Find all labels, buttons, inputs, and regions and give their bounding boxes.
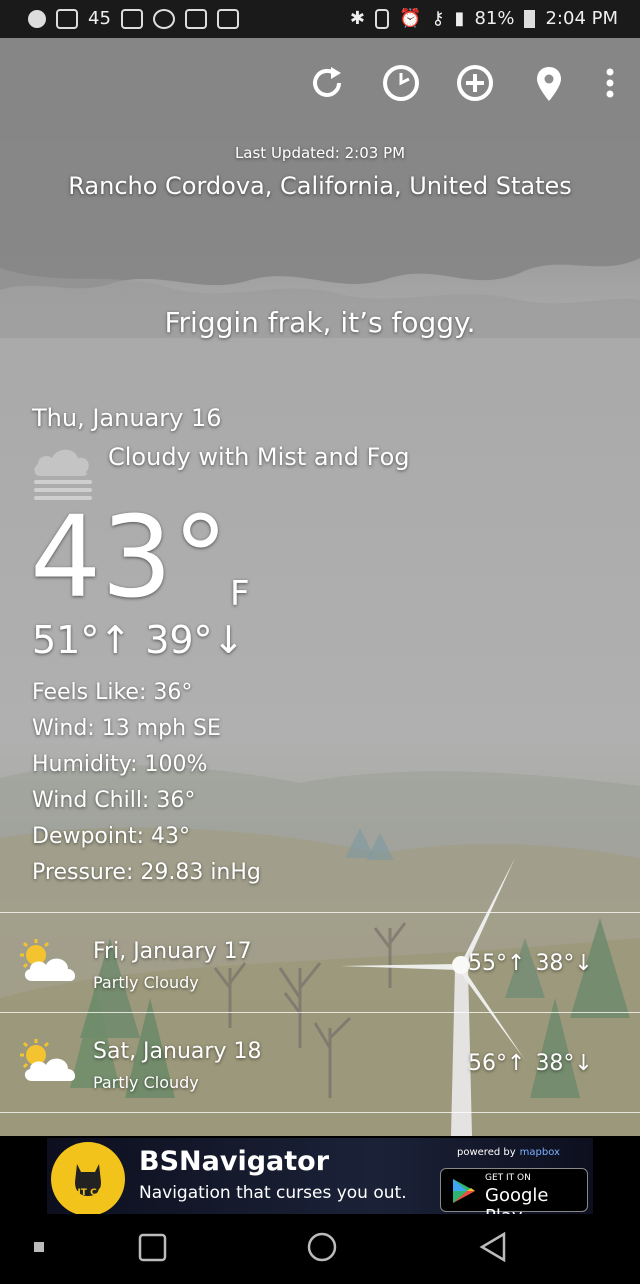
add-location-button[interactable]: [452, 60, 498, 106]
current-date: Thu, January 16: [32, 404, 222, 432]
status-number: 45: [88, 8, 111, 29]
partly-cloudy-icon: [20, 939, 76, 981]
forecast-row[interactable]: Fri, January 17 Partly Cloudy 55°↑ 38°↓: [0, 913, 640, 1012]
location-pin-icon: [537, 67, 561, 101]
bluetooth-icon: ✱: [349, 8, 365, 29]
add-location-icon: [457, 65, 493, 101]
forecast-condition: Partly Cloudy: [93, 973, 199, 992]
navigation-buttons: [34, 1231, 506, 1263]
weather-scene: Last Updated: 2:03 PM Rancho Cordova, Ca…: [0, 38, 640, 1136]
ad-tagline: Navigation that curses you out.: [139, 1183, 407, 1203]
back-icon: [479, 1231, 506, 1263]
signal-icon: ▮: [454, 8, 465, 29]
vibrate-icon: [374, 8, 389, 29]
high-low: 51°↑ 39°↓: [32, 618, 244, 662]
forecast-high-low: 55°↑ 38°↓: [468, 951, 593, 976]
forecast-high: 56°↑: [468, 1051, 526, 1076]
current-condition: Cloudy with Mist and Fog: [108, 443, 410, 471]
wind-chill: Wind Chill: 36°: [32, 788, 196, 813]
low-temperature: 39°↓: [145, 618, 245, 662]
hourly-clock-icon: [383, 65, 419, 101]
refresh-icon: [313, 67, 341, 97]
pressure: Pressure: 29.83 inHg: [32, 860, 261, 885]
current-temperature: 43°: [30, 493, 229, 623]
battery-icon: [524, 9, 536, 28]
ad-brand: NIGHT CAT: [55, 1188, 110, 1198]
partly-cloudy-icon: [20, 1039, 76, 1081]
wind: Wind: 13 mph SE: [32, 716, 221, 741]
home-icon: [307, 1232, 337, 1262]
location-button[interactable]: [526, 60, 572, 106]
ad-title: BSNavigator: [139, 1146, 330, 1177]
play-icon: [28, 9, 46, 28]
night-cat-icon: [75, 1164, 101, 1196]
temperature-unit: F: [230, 574, 250, 614]
google-play-button[interactable]: GET IT ON Google Play: [440, 1168, 588, 1214]
more-options-button[interactable]: [600, 60, 620, 106]
forecast-low: 38°↓: [535, 1051, 593, 1076]
google-play-icon: [453, 1179, 475, 1203]
navigation-bar: [0, 1216, 640, 1280]
last-updated: Last Updated: 2:03 PM: [234, 144, 406, 162]
vpn-key-icon: ⚷: [431, 8, 445, 29]
ad-banner-content[interactable]: NIGHT CAT BSNavigator Navigation that cu…: [47, 1138, 593, 1214]
app-notification-icon: [56, 8, 78, 29]
mapbox-label: mapbox: [519, 1147, 560, 1158]
battery-percent: 81%: [474, 8, 515, 29]
forecast-low: 38°↓: [535, 951, 593, 976]
forecast-row[interactable]: Sat, January 18 Partly Cloudy 56°↑ 38°↓: [0, 1013, 640, 1112]
status-bar-left: 45: [28, 8, 239, 29]
ad-banner: NIGHT CAT BSNavigator Navigation that cu…: [0, 1136, 640, 1216]
ad-logo: [51, 1142, 125, 1214]
forecast-high: 55°↑: [468, 951, 526, 976]
forecast-condition: Partly Cloudy: [93, 1073, 199, 1092]
ad-powered-by: powered by mapbox: [457, 1147, 560, 1158]
app-icon: [152, 8, 175, 29]
refresh-button[interactable]: [304, 60, 350, 106]
weather-quip: Friggin frak, it’s foggy.: [164, 306, 476, 339]
status-bar-right: ✱ ⏰ ⚷ ▮ 81% 2:04 PM: [350, 8, 618, 29]
grid-icon: [184, 8, 207, 29]
status-time: 2:04 PM: [545, 8, 618, 29]
recents-dot-icon: [34, 1242, 44, 1252]
more-options-icon: [606, 68, 614, 98]
hourly-forecast-button[interactable]: [378, 60, 424, 106]
toolbar: [304, 60, 620, 106]
divider: [0, 1112, 640, 1113]
alarm-icon: ⏰: [398, 8, 422, 29]
high-temperature: 51°↑: [32, 618, 132, 662]
store-small-label: GET IT ON: [485, 1173, 531, 1183]
forecast-high-low: 56°↑ 38°↓: [468, 1051, 593, 1076]
humidity: Humidity: 100%: [32, 752, 208, 777]
weather-details: Feels Like: 36° Wind: 13 mph SE Humidity…: [32, 675, 261, 891]
overview-icon: [138, 1233, 167, 1262]
status-bar: 45 ✱ ⏰ ⚷ ▮ 81% 2:04 PM: [0, 0, 640, 38]
location-name: Rancho Cordova, California, United State…: [68, 172, 572, 200]
calendar-icon: [216, 8, 239, 29]
forecast-date: Sat, January 18: [93, 1039, 262, 1064]
dewpoint: Dewpoint: 43°: [32, 824, 190, 849]
store-big-label: Google Play: [485, 1185, 549, 1214]
mail-icon: [120, 8, 143, 29]
feels-like: Feels Like: 36°: [32, 680, 193, 705]
powered-by-label: powered by: [457, 1147, 516, 1158]
forecast-date: Fri, January 17: [93, 939, 252, 964]
